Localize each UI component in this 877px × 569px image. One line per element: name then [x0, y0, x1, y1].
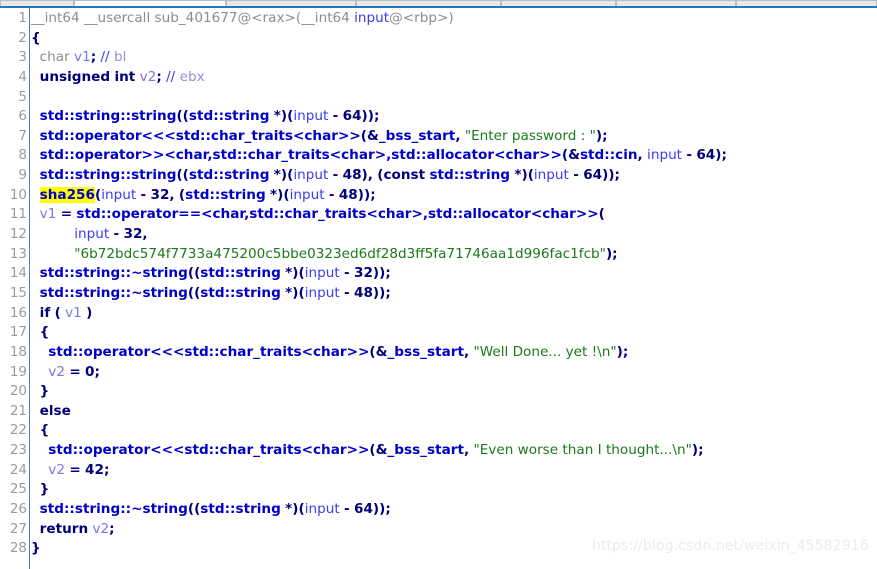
line-number: 2 [18, 29, 27, 46]
code-line[interactable]: return v2; [31, 520, 877, 540]
line-number: 1 [18, 10, 27, 26]
tab-0[interactable] [0, 0, 74, 6]
code-line[interactable]: std::operator<<<std::char_traits<char>>(… [31, 127, 877, 147]
line-number: 6 [18, 108, 27, 125]
line-number: 22 [9, 422, 27, 439]
line-number: 24 [9, 461, 27, 478]
code-line[interactable]: std::string::~string((std::string *)(inp… [31, 284, 877, 304]
line-number: 8 [18, 147, 27, 164]
code-line[interactable]: char v1; // bl [31, 48, 877, 68]
line-number: 4 [18, 68, 27, 85]
line-number: 28 [9, 540, 27, 557]
line-number: 7 [18, 127, 27, 144]
code-line[interactable]: std::string::string((std::string *)(inpu… [31, 107, 877, 127]
tab-strip [0, 0, 877, 8]
tab-4[interactable] [501, 0, 616, 6]
code-line[interactable]: } [31, 480, 877, 500]
line-number: 12 [9, 226, 27, 243]
code-lines-container[interactable]: __int64 __usercall sub_401677@<rax>(__in… [31, 8, 877, 569]
code-line[interactable]: v1 = std::operator==<char,std::char_trai… [31, 205, 877, 225]
code-line[interactable]: { [31, 421, 877, 441]
line-number: 19 [9, 363, 27, 380]
code-line[interactable]: std::operator>><char,std::char_traits<ch… [31, 146, 877, 166]
code-line[interactable]: std::string::~string((std::string *)(inp… [31, 264, 877, 284]
code-line[interactable]: std::string::string((std::string *)(inpu… [31, 166, 877, 186]
code-line[interactable]: { [31, 29, 877, 49]
tab-2[interactable] [226, 0, 356, 6]
line-number-gutter: 1 2 3 4 5 6 7 8 9 10 11 12 13 14 15 16 17 18 19 20 21 22 23 24 2… [0, 8, 30, 569]
code-line[interactable]: v2 = 0; [31, 363, 877, 383]
code-line[interactable]: } [31, 382, 877, 402]
code-line[interactable]: unsigned int v2; // ebx [31, 68, 877, 88]
watermark-url: https://blog.csdn.net/weixin_45582916 [592, 538, 869, 554]
line-number: 27 [9, 520, 27, 537]
line-number: 18 [9, 343, 27, 360]
code-line[interactable]: v2 = 42; [31, 461, 877, 481]
tab-5[interactable] [616, 0, 736, 6]
line-number: 13 [9, 245, 27, 262]
tab-3[interactable] [356, 0, 501, 6]
code-line[interactable]: std::operator<<<std::char_traits<char>>(… [31, 441, 877, 461]
highlighted-token[interactable]: sha256 [39, 186, 95, 203]
code-line[interactable]: sha256(input - 32, (std::string *)(input… [31, 186, 877, 206]
line-number: 14 [9, 265, 27, 282]
line-number: 11 [9, 206, 27, 223]
line-number: 3 [18, 49, 27, 66]
code-line[interactable]: std::string::~string((std::string *)(inp… [31, 500, 877, 520]
tab-1[interactable] [74, 0, 226, 6]
line-number: 16 [9, 304, 27, 321]
line-number: 21 [9, 402, 27, 419]
line-number: 23 [9, 442, 27, 459]
line-number: 17 [9, 324, 27, 341]
code-line[interactable] [31, 88, 877, 108]
line-number: 25 [9, 481, 27, 498]
pseudocode-view[interactable]: 1 2 3 4 5 6 7 8 9 10 11 12 13 14 15 16 17 18 19 20 21 22 23 24 2… [0, 8, 877, 569]
code-line[interactable]: else [31, 402, 877, 422]
code-line[interactable]: { [31, 323, 877, 343]
line-number: 9 [18, 167, 27, 184]
line-number: 5 [18, 88, 27, 105]
line-number: 15 [9, 284, 27, 301]
code-line[interactable]: input - 32, [31, 225, 877, 245]
line-number: 10 [9, 186, 27, 203]
line-number: 26 [9, 501, 27, 518]
tab-6[interactable] [736, 0, 877, 6]
line-number: 20 [9, 383, 27, 400]
code-line[interactable]: std::operator<<<std::char_traits<char>>(… [31, 343, 877, 363]
code-line[interactable]: "6b72bdc574f7733a475200c5bbe0323ed6df28d… [31, 245, 877, 265]
code-line[interactable]: __int64 __usercall sub_401677@<rax>(__in… [31, 9, 877, 29]
code-line[interactable]: if ( v1 ) [31, 304, 877, 324]
